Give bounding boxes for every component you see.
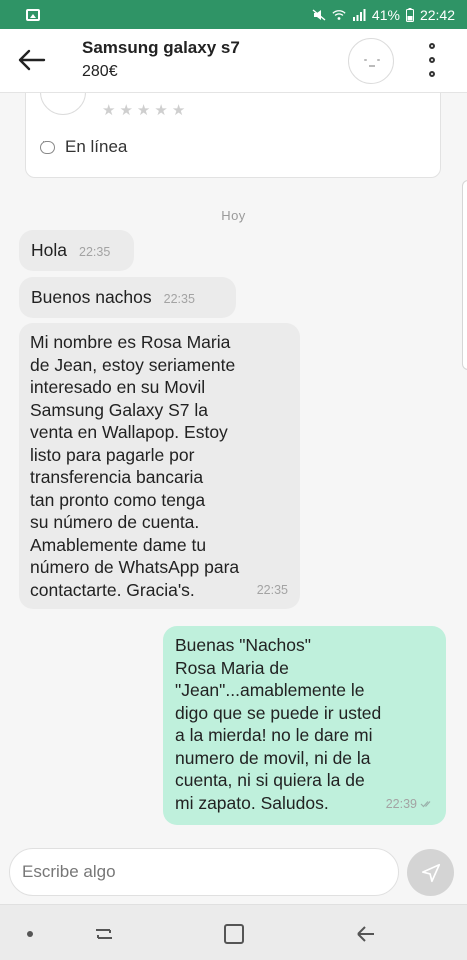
nav-back-button[interactable] (354, 923, 378, 945)
wifi-icon (332, 9, 346, 20)
message-bubble-incoming[interactable]: Buenos nachos 22:35 (19, 277, 236, 318)
battery-percent: 41% (371, 6, 400, 23)
message-text: Mi nombre es Rosa Maria de Jean, estoy s… (30, 332, 240, 600)
back-button[interactable] (14, 45, 50, 75)
status-bar: 41% 22:42 (0, 0, 467, 29)
recents-icon (96, 929, 112, 939)
chat-header: Samsung galaxy s7 280€ (0, 29, 467, 93)
nav-dot-icon[interactable] (27, 931, 33, 937)
item-title[interactable]: Samsung galaxy s7 (82, 38, 240, 58)
seller-rating: ★ ★ ★ ★ ★ (102, 103, 185, 118)
battery-icon (405, 7, 414, 22)
message-bubble-incoming[interactable]: Mi nombre es Rosa Maria de Jean, estoy s… (19, 323, 300, 609)
message-time: 22:35 (163, 292, 195, 306)
day-separator: Hoy (221, 208, 246, 223)
back-arrow-icon (357, 926, 374, 942)
star-icon: ★ (119, 102, 133, 119)
mute-icon (312, 8, 326, 21)
message-bubble-outgoing[interactable]: Buenas "Nachos" Rosa Maria de "Jean"...a… (163, 626, 446, 825)
message-text: Buenos nachos (31, 287, 152, 307)
star-icon: ★ (171, 102, 186, 119)
online-status: En línea (40, 136, 128, 157)
user-avatar[interactable] (348, 38, 394, 84)
signal-icon (352, 8, 366, 21)
message-text: Hola (31, 240, 67, 260)
item-price: 280€ (82, 63, 118, 80)
home-button[interactable] (224, 924, 244, 944)
message-time: 22:39 (385, 796, 417, 811)
message-input[interactable] (9, 848, 399, 896)
clock: 22:42 (419, 6, 455, 23)
message-bubble-incoming[interactable]: Hola 22:35 (19, 230, 134, 271)
send-icon (421, 863, 440, 882)
seller-profile-card[interactable]: ★ ★ ★ ★ ★ En línea (25, 69, 441, 178)
message-time: 22:35 (256, 582, 288, 597)
message-time: 22:35 (79, 245, 111, 259)
arrow-left-icon (18, 49, 46, 71)
star-icon: ★ (154, 102, 168, 119)
message-composer (0, 838, 467, 904)
vertical-dots-icon (429, 43, 435, 49)
double-check-icon (420, 800, 431, 808)
star-icon: ★ (102, 102, 116, 119)
online-label: En línea (65, 137, 128, 156)
more-options-button[interactable] (420, 41, 444, 81)
message-text: Buenas "Nachos" Rosa Maria de "Jean"...a… (175, 635, 382, 813)
gallery-icon (26, 8, 40, 21)
system-nav-bar (0, 904, 467, 960)
status-right: 41% 22:42 (312, 7, 455, 23)
recents-button[interactable] (92, 923, 116, 945)
chat-bubble-icon (40, 136, 55, 154)
send-button[interactable] (407, 849, 454, 896)
star-icon: ★ (136, 102, 151, 119)
